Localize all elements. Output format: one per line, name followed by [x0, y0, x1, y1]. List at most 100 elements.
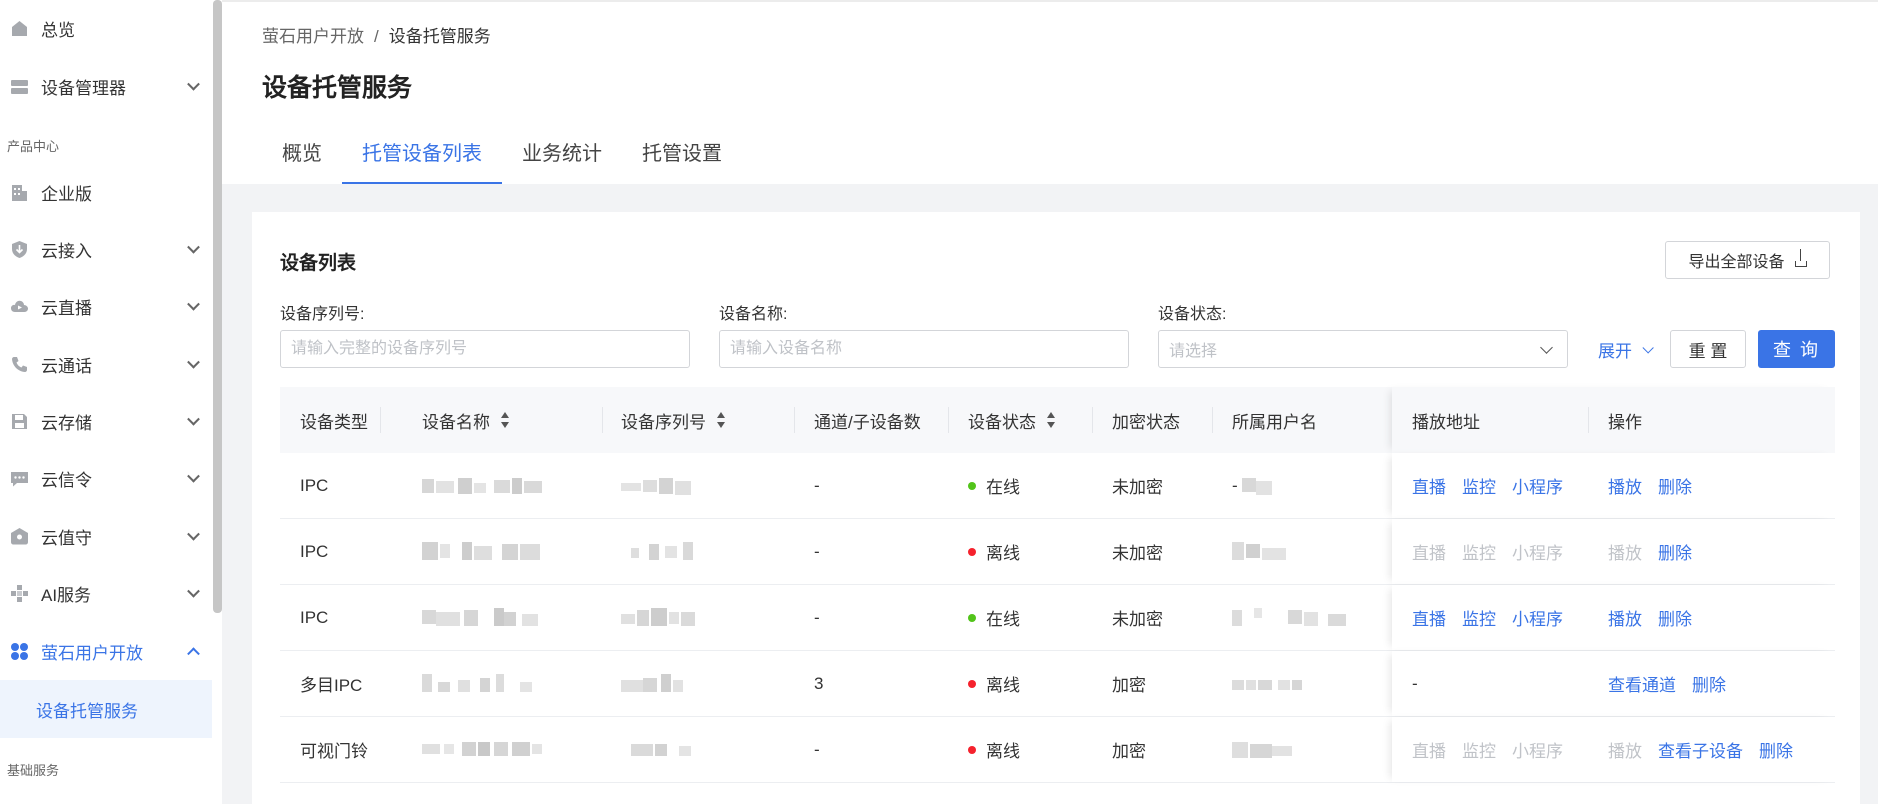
cloud-play-icon	[10, 297, 29, 316]
status-label: 设备状态:	[1158, 306, 1227, 323]
sidebar-scrollbar[interactable]	[213, 0, 222, 613]
serial-redacted	[621, 519, 721, 584]
status-dot	[968, 679, 976, 688]
chevron-down-icon	[187, 355, 200, 369]
chevron-down-icon	[187, 527, 200, 541]
owner-user: -	[1232, 453, 1278, 518]
delete-link[interactable]: 删除	[1658, 539, 1692, 564]
tab-bar: 概览 托管设备列表 业务统计 托管设置	[262, 136, 742, 184]
sort-icon[interactable]	[1046, 412, 1056, 428]
live-link-disabled: 直播	[1412, 742, 1446, 761]
sidebar-item-label: 云接入	[41, 241, 92, 261]
tab-business-stats[interactable]: 业务统计	[502, 136, 622, 184]
export-all-button[interactable]: 导出全部设备	[1665, 241, 1830, 279]
tab-hosting-settings[interactable]: 托管设置	[622, 136, 742, 184]
device-name-input[interactable]	[719, 330, 1129, 368]
sidebar-section-basic: 基础服务	[7, 763, 60, 778]
monitor-link[interactable]: 监控	[1462, 473, 1496, 498]
channel-count: -	[814, 475, 820, 495]
tab-hosted-device-list[interactable]: 托管设备列表	[342, 136, 502, 184]
device-name-redacted	[422, 585, 562, 650]
fixed-columns-cell: 直播 监控 小程序 播放 删除	[1392, 519, 1835, 584]
sidebar-item-cloud-call[interactable]: 云通话	[0, 342, 212, 386]
message-icon	[10, 469, 29, 488]
tab-overview[interactable]: 概览	[262, 136, 342, 184]
sort-icon[interactable]	[716, 412, 726, 428]
status-text: 离线	[986, 544, 1020, 563]
monitor-link[interactable]: 监控	[1462, 605, 1496, 630]
breadcrumb-parent[interactable]: 萤石用户开放	[262, 27, 364, 46]
view-subdevices-link[interactable]: 查看子设备	[1658, 737, 1743, 762]
owner-user	[1232, 585, 1372, 650]
sidebar-item-device-manager[interactable]: 设备管理器	[0, 64, 212, 108]
chevron-down-icon	[1642, 341, 1654, 354]
channel-count: -	[814, 739, 820, 759]
sidebar-item-ezviz-open[interactable]: 萤石用户开放	[0, 629, 212, 673]
device-status: 离线	[968, 519, 1020, 584]
fixed-columns-header: 播放地址 操作	[1392, 387, 1835, 453]
sidebar-item-label: 云值守	[41, 528, 92, 548]
sort-icon[interactable]	[500, 412, 510, 428]
play-link-disabled: 播放	[1608, 544, 1642, 563]
sidebar-item-cloud-guard[interactable]: 云值守	[0, 514, 212, 558]
play-link[interactable]: 播放	[1608, 605, 1642, 630]
chevron-down-icon	[187, 77, 200, 91]
action-links: 查看通道 删除	[1608, 651, 1742, 716]
sidebar-item-cloud-storage[interactable]: 云存储	[0, 399, 212, 443]
delete-link[interactable]: 删除	[1658, 473, 1692, 498]
col-status[interactable]: 设备状态	[968, 387, 1056, 453]
sidebar-item-label: 总览	[41, 20, 75, 40]
status-dot	[968, 745, 976, 754]
sidebar-item-cloud-access[interactable]: 云接入	[0, 227, 212, 271]
server-icon	[10, 77, 29, 96]
name-label: 设备名称:	[719, 306, 788, 323]
ai-icon	[10, 584, 29, 603]
page-header: 萤石用户开放 / 设备托管服务 设备托管服务 概览 托管设备列表 业务统计 托管设置	[222, 0, 1878, 184]
status-select[interactable]: 请选择	[1158, 330, 1568, 368]
col-serial[interactable]: 设备序列号	[621, 387, 726, 453]
query-button[interactable]: 查 询	[1758, 330, 1835, 368]
sidebar-subitem-device-hosting[interactable]: 设备托管服务	[0, 680, 212, 738]
phone-icon	[10, 355, 29, 374]
device-table: 设备类型 设备名称 设备序列号 通道/子设备数 设备状态 加密状态 所属用户名 …	[280, 387, 1835, 783]
miniapp-link[interactable]: 小程序	[1512, 605, 1563, 630]
sidebar-item-label: 云信令	[41, 470, 92, 490]
encrypt-status: 未加密	[1112, 478, 1163, 497]
live-link[interactable]: 直播	[1412, 605, 1446, 630]
sidebar-item-ai-service[interactable]: AI服务	[0, 571, 212, 615]
column-divider	[1588, 407, 1589, 433]
sidebar-item-label: 云直播	[41, 298, 92, 318]
owner-user	[1232, 651, 1322, 716]
chevron-down-icon	[1540, 341, 1553, 354]
delete-link[interactable]: 删除	[1658, 605, 1692, 630]
table-row: 可视门铃 - 离线 加密 直播 监控 小程序 播放 查看子设备 删除	[280, 717, 1835, 783]
miniapp-link[interactable]: 小程序	[1512, 473, 1563, 498]
status-text: 在线	[986, 478, 1020, 497]
breadcrumb-current: 设备托管服务	[388, 27, 491, 46]
delete-link[interactable]: 删除	[1759, 737, 1793, 762]
action-links: 播放 删除	[1608, 585, 1708, 650]
expand-toggle[interactable]: 展开	[1598, 337, 1654, 362]
device-status: 在线	[968, 453, 1020, 518]
shield-icon	[10, 527, 29, 546]
device-status: 离线	[968, 651, 1020, 716]
play-link[interactable]: 播放	[1608, 473, 1642, 498]
col-device-name[interactable]: 设备名称	[422, 387, 510, 453]
sidebar-item-cloud-signal[interactable]: 云信令	[0, 456, 212, 500]
col-device-type: 设备类型	[300, 412, 368, 432]
sidebar-item-label: AI服务	[41, 585, 92, 605]
status-text: 在线	[986, 610, 1020, 629]
view-channels-link[interactable]: 查看通道	[1608, 671, 1676, 696]
device-type: IPC	[300, 541, 329, 561]
expand-label: 展开	[1598, 342, 1632, 361]
device-name-redacted	[422, 453, 562, 518]
sidebar-item-overview[interactable]: 总览	[0, 6, 212, 50]
serial-input[interactable]	[280, 330, 690, 368]
sidebar-item-enterprise[interactable]: 企业版	[0, 170, 212, 214]
chevron-down-icon	[187, 297, 200, 311]
reset-button[interactable]: 重 置	[1670, 330, 1746, 368]
sidebar-item-cloud-live[interactable]: 云直播	[0, 284, 212, 328]
delete-link[interactable]: 删除	[1692, 671, 1726, 696]
status-text: 离线	[986, 742, 1020, 761]
live-link[interactable]: 直播	[1412, 473, 1446, 498]
